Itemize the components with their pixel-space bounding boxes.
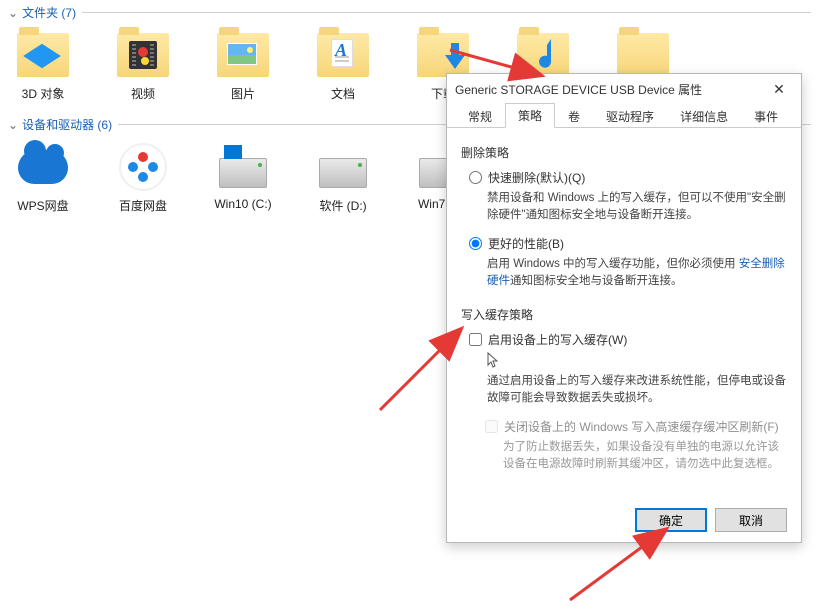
tab-volumes[interactable]: 卷	[555, 104, 593, 128]
tab-policies[interactable]: 策略	[505, 103, 555, 128]
folder-3d-objects[interactable]: 3D 对象	[8, 27, 78, 102]
drive-label: WPS网盘	[17, 197, 68, 214]
dialog-tabs: 常规 策略 卷 驱动程序 详细信息 事件	[447, 104, 801, 128]
drive-baidu[interactable]: 百度网盘	[108, 139, 178, 214]
check-disable-flush-label: 关闭设备上的 Windows 写入高速缓存缓冲区刷新(F)	[504, 418, 779, 435]
check-disable-flush-input	[485, 420, 498, 433]
folder-documents[interactable]: A 文档	[308, 27, 378, 102]
cloud-icon	[18, 150, 68, 184]
section-drives-title: 设备和驱动器 (6)	[22, 116, 112, 133]
section-folders-header[interactable]: ⌄ 文件夹 (7)	[0, 0, 819, 23]
drive-label: 百度网盘	[119, 197, 167, 214]
drive-wps[interactable]: WPS网盘	[8, 139, 78, 214]
cancel-button[interactable]: 取消	[715, 508, 787, 532]
radio-better-performance-desc: 启用 Windows 中的写入缓存功能，但你必须使用 安全删除硬件通知图标安全地…	[487, 256, 787, 291]
dialog-titlebar[interactable]: Generic STORAGE DEVICE USB Device 属性 ✕	[447, 74, 801, 104]
music-note-icon	[535, 39, 561, 73]
radio-quick-removal-desc: 禁用设备和 Windows 上的写入缓存，但可以不使用"安全删除硬件"通知图标安…	[487, 190, 787, 225]
cursor-icon	[487, 352, 787, 371]
radio-quick-removal-input[interactable]	[469, 171, 482, 184]
check-enable-write-cache-desc: 通过启用设备上的写入缓存来改进系统性能，但停电或设备故障可能会导致数据丢失或损坏…	[487, 373, 787, 408]
ok-button[interactable]: 确定	[635, 508, 707, 532]
drive-d[interactable]: 软件 (D:)	[308, 139, 378, 214]
section-folders-title: 文件夹 (7)	[22, 4, 76, 21]
tab-driver[interactable]: 驱动程序	[593, 104, 667, 128]
folder-label: 3D 对象	[22, 85, 65, 102]
dialog-footer: 确定 取消	[447, 498, 801, 542]
folder-pictures[interactable]: 图片	[208, 27, 278, 102]
radio-better-performance-input[interactable]	[469, 237, 482, 250]
tab-events[interactable]: 事件	[741, 104, 791, 128]
check-enable-write-cache-label: 启用设备上的写入缓存(W)	[488, 331, 627, 348]
drive-label: Win10 (C:)	[214, 197, 271, 211]
baidu-icon	[119, 143, 167, 191]
folder-label: 视频	[131, 85, 155, 102]
chevron-down-icon: ⌄	[8, 6, 18, 20]
radio-better-performance[interactable]: 更好的性能(B)	[469, 235, 787, 252]
tab-general[interactable]: 常规	[455, 104, 505, 128]
tab-body-policies: 删除策略 快速删除(默认)(Q) 禁用设备和 Windows 上的写入缓存，但可…	[447, 128, 801, 498]
folder-label: 文档	[331, 85, 355, 102]
check-enable-write-cache-input[interactable]	[469, 333, 482, 346]
folder-videos[interactable]: 视频	[108, 27, 178, 102]
check-enable-write-cache[interactable]: 启用设备上的写入缓存(W)	[469, 331, 787, 348]
drive-icon	[319, 158, 367, 188]
dialog-title: Generic STORAGE DEVICE USB Device 属性	[455, 81, 765, 98]
drive-label: 软件 (D:)	[319, 197, 366, 214]
check-disable-flush-desc: 为了防止数据丢失，如果设备没有单独的电源以允许该设备在电源故障时刷新其缓冲区，请…	[503, 439, 787, 474]
properties-dialog: Generic STORAGE DEVICE USB Device 属性 ✕ 常…	[446, 73, 802, 543]
divider	[82, 12, 811, 13]
close-button[interactable]: ✕	[765, 81, 793, 98]
tab-details[interactable]: 详细信息	[667, 104, 741, 128]
drive-c[interactable]: Win10 (C:)	[208, 139, 278, 214]
write-cache-group: 写入缓存策略	[461, 306, 787, 323]
download-arrow-icon	[443, 43, 467, 71]
radio-quick-removal-label: 快速删除(默认)(Q)	[488, 169, 585, 186]
check-disable-flush: 关闭设备上的 Windows 写入高速缓存缓冲区刷新(F)	[485, 418, 787, 435]
removal-policy-group: 删除策略	[461, 144, 787, 161]
drive-icon	[219, 158, 267, 188]
radio-quick-removal[interactable]: 快速删除(默认)(Q)	[469, 169, 787, 186]
radio-better-performance-label: 更好的性能(B)	[488, 235, 564, 252]
chevron-down-icon: ⌄	[8, 118, 18, 132]
folder-label: 图片	[231, 85, 255, 102]
